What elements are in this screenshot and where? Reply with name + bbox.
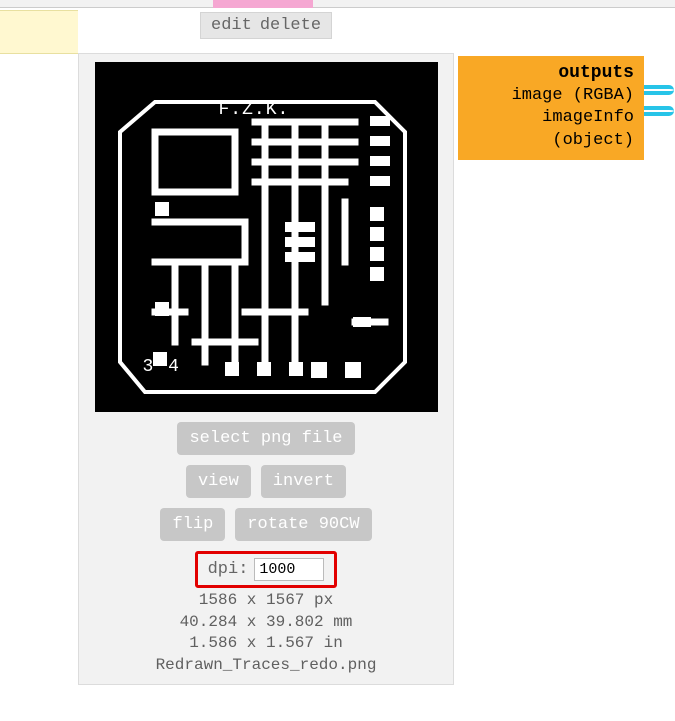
pcb-preview[interactable]: F.Z.K. 3 4 bbox=[95, 62, 438, 412]
wire-image bbox=[644, 85, 674, 95]
image-panel: F.Z.K. 3 4 select png file view invert f… bbox=[78, 53, 454, 685]
delete-link[interactable]: delete bbox=[260, 16, 321, 35]
pcb-label-fzk: F.Z.K. bbox=[219, 100, 290, 120]
view-button[interactable]: view bbox=[186, 465, 251, 498]
dpi-field-highlight: dpi: bbox=[195, 551, 338, 588]
invert-button[interactable]: invert bbox=[261, 465, 346, 498]
select-png-button[interactable]: select png file bbox=[177, 422, 354, 455]
pcb-label-34: 3 4 bbox=[143, 357, 181, 377]
size-px: 1586 x 1567 px bbox=[199, 590, 333, 612]
filename: Redrawn_Traces_redo.png bbox=[156, 655, 377, 677]
node-toolbar: edit delete bbox=[200, 12, 332, 39]
outputs-node[interactable]: outputs image (RGBA) imageInfo (object) bbox=[458, 56, 644, 160]
left-node-hint bbox=[0, 10, 78, 54]
flip-button[interactable]: flip bbox=[160, 508, 225, 541]
size-in: 1.586 x 1.567 in bbox=[189, 633, 343, 655]
dpi-input[interactable] bbox=[254, 558, 324, 581]
top-strip bbox=[0, 0, 675, 8]
dpi-label: dpi: bbox=[208, 560, 249, 579]
edit-link[interactable]: edit bbox=[211, 16, 252, 35]
wire-imageinfo bbox=[644, 106, 674, 116]
tab-marker bbox=[213, 0, 313, 8]
size-mm: 40.284 x 39.802 mm bbox=[180, 612, 353, 634]
output-imageinfo[interactable]: imageInfo (object) bbox=[468, 107, 634, 151]
output-image[interactable]: image (RGBA) bbox=[468, 85, 634, 107]
rotate-button[interactable]: rotate 90CW bbox=[235, 508, 371, 541]
outputs-title: outputs bbox=[468, 62, 634, 85]
